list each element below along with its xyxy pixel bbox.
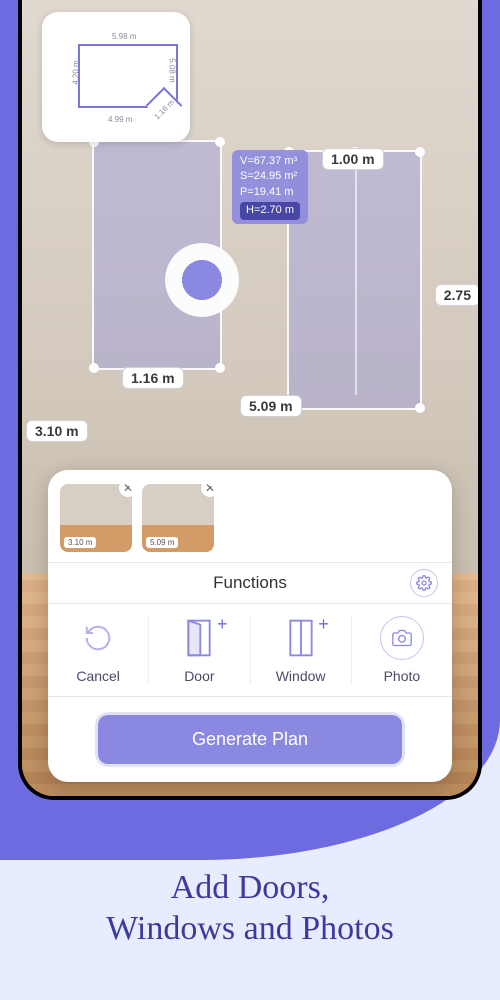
fp-dim-left: 4.20 m xyxy=(72,60,81,84)
window-width-label: 1.16 m xyxy=(122,367,184,389)
resize-handle[interactable] xyxy=(215,363,225,373)
functions-panel: 3.10 m ✕ 5.09 m ✕ Functions xyxy=(48,470,452,782)
fp-dim-bottom: 4.99 m xyxy=(108,115,132,124)
phone-frame: V=67.37 m³ S=24.95 m² P=19.41 m H=2.70 m… xyxy=(18,0,482,800)
resize-handle[interactable] xyxy=(415,147,425,157)
stat-area: S=24.95 m² xyxy=(240,169,300,184)
gear-icon xyxy=(416,575,432,591)
take-photo-button[interactable]: Photo xyxy=(351,616,452,684)
cancel-button[interactable]: Cancel xyxy=(48,616,148,684)
resize-handle[interactable] xyxy=(215,137,225,147)
thumbnail-chip: 5.09 m xyxy=(146,537,178,548)
settings-button[interactable] xyxy=(410,569,438,597)
functions-header: Functions xyxy=(48,562,452,604)
stat-perimeter: P=19.41 m xyxy=(240,185,300,200)
floorplan-shape xyxy=(78,44,178,108)
wall-bottom-label: 5.09 m xyxy=(240,395,302,417)
add-window-button[interactable]: + Window xyxy=(250,616,351,684)
function-buttons-row: Cancel + Door + xyxy=(48,604,452,697)
close-icon[interactable]: ✕ xyxy=(118,484,132,498)
fp-dim-right: 5.08 m xyxy=(167,58,176,82)
photo-label: Photo xyxy=(384,668,421,684)
close-icon[interactable]: ✕ xyxy=(200,484,214,498)
ar-crosshair-icon xyxy=(165,243,239,317)
door-icon xyxy=(177,616,221,660)
functions-title: Functions xyxy=(213,573,287,593)
window-icon xyxy=(279,616,323,660)
cancel-label: Cancel xyxy=(76,668,120,684)
photo-thumbnail[interactable]: 5.09 m ✕ xyxy=(142,484,214,552)
phone-screen: V=67.37 m³ S=24.95 m² P=19.41 m H=2.70 m… xyxy=(22,0,478,796)
window-label: Window xyxy=(276,668,326,684)
ar-stats-box: V=67.37 m³ S=24.95 m² P=19.41 m H=2.70 m xyxy=(232,150,308,224)
undo-icon xyxy=(76,616,120,660)
plus-icon: + xyxy=(318,614,329,635)
door-width-label: 1.00 m xyxy=(322,148,384,170)
stat-volume: V=67.37 m³ xyxy=(240,154,300,169)
stat-height: H=2.70 m xyxy=(240,202,300,219)
generate-plan-button[interactable]: Generate Plan xyxy=(98,715,402,764)
fp-dim-top: 5.98 m xyxy=(112,32,136,41)
resize-handle[interactable] xyxy=(89,363,99,373)
photo-thumbnail[interactable]: 3.10 m ✕ xyxy=(60,484,132,552)
door-label: Door xyxy=(184,668,214,684)
page-title: Add Doors, Windows and Photos xyxy=(0,868,500,950)
photo-thumbnails: 3.10 m ✕ 5.09 m ✕ xyxy=(60,484,440,552)
add-door-button[interactable]: + Door xyxy=(148,616,249,684)
thumbnail-chip: 3.10 m xyxy=(64,537,96,548)
plus-icon: + xyxy=(217,614,228,635)
door-height-label: 2.75 xyxy=(435,284,478,306)
camera-icon xyxy=(380,616,424,660)
floorplan-thumbnail[interactable]: 5.98 m 4.20 m 5.08 m 4.99 m 1.16 m xyxy=(42,12,190,142)
wall-left-label: 3.10 m xyxy=(26,420,88,442)
resize-handle[interactable] xyxy=(415,403,425,413)
